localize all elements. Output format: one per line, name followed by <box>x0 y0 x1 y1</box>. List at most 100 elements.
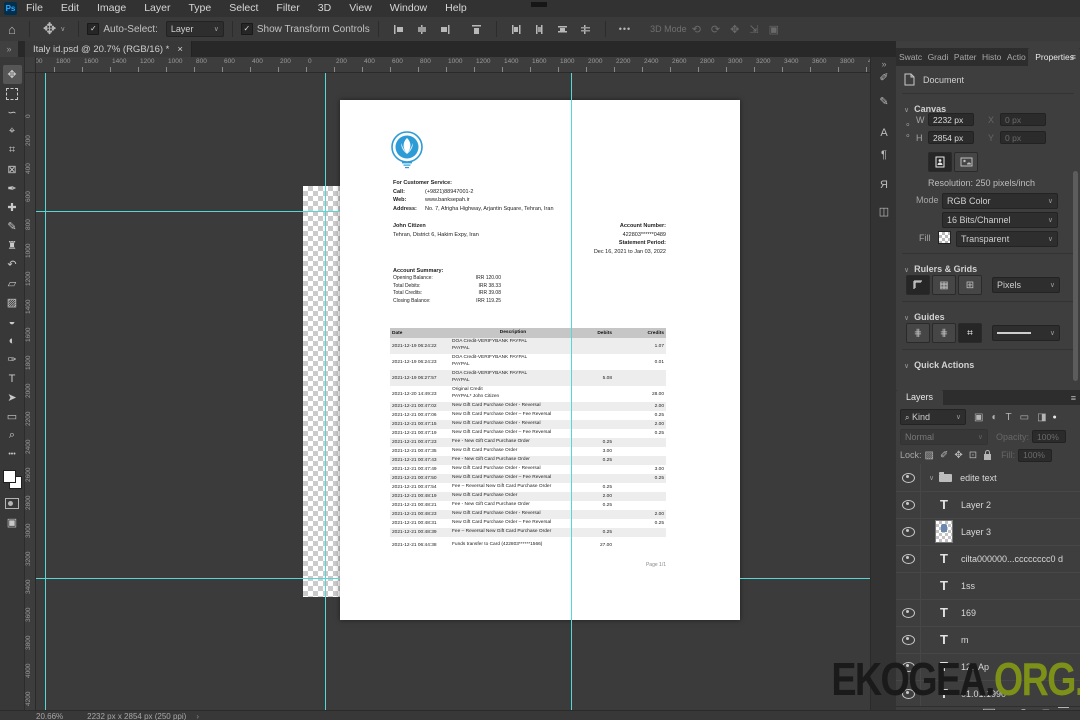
color-mode-dropdown[interactable]: RGB Color ∨ <box>942 193 1058 209</box>
character-panel-icon[interactable]: A <box>871 127 897 139</box>
history-brush-tool[interactable]: ↶ <box>3 255 22 274</box>
layer-row[interactable]: T Layer 2 <box>896 491 1080 519</box>
zoom-level[interactable]: 20.66% <box>36 712 63 720</box>
toggle-grid-button[interactable]: ▦ <box>932 275 956 295</box>
quick-mask-icon[interactable] <box>3 494 22 513</box>
type-tool[interactable]: T <box>3 369 22 388</box>
panel-menu-icon[interactable]: ≡ <box>1071 52 1076 62</box>
home-icon[interactable]: ⌂ <box>8 22 16 37</box>
tab-histo[interactable]: Histo <box>979 48 1004 66</box>
layer-visibility-cell[interactable] <box>896 518 921 545</box>
menu-3d[interactable]: 3D <box>309 0 340 17</box>
layer-row[interactable]: T 1ss <box>896 572 1080 600</box>
blend-mode-dropdown[interactable]: Normal ∨ <box>900 428 988 445</box>
layer-row[interactable]: Tm <box>896 626 1080 654</box>
menu-image[interactable]: Image <box>88 0 135 17</box>
menu-edit[interactable]: Edit <box>52 0 88 17</box>
table-row[interactable]: 2021-12-21 00:47:02 New Gift Card Purchas… <box>390 402 666 411</box>
filter-adjustment-icon[interactable]: ◐ <box>991 412 997 423</box>
table-row[interactable]: 2021-12-20 14:49:23 Original Credit PAYPA… <box>390 386 666 402</box>
table-row[interactable]: 2021-12-21 06:44:38 Funds transfer to Car… <box>390 537 666 553</box>
table-row[interactable]: 2021-12-21 00:48:19 New Gift Card Purchas… <box>390 492 666 501</box>
tab-layers[interactable]: Layers <box>896 390 944 405</box>
table-row[interactable]: 2021-12-19 06:24:22 DOA Credit-VERIFYBANK… <box>390 338 666 354</box>
menu-filter[interactable]: Filter <box>267 0 308 17</box>
layer-visibility-cell[interactable] <box>896 491 921 518</box>
table-row[interactable]: 2021-12-21 00:48:21 Fee - New Gift Card P… <box>390 501 666 510</box>
portrait-orientation-button[interactable] <box>928 152 952 172</box>
menu-view[interactable]: View <box>340 0 381 17</box>
table-row[interactable]: 2021-12-21 00:48:39 Fee – Reversal New Gi… <box>390 528 666 537</box>
table-row[interactable]: 2021-12-19 06:27:57 DOA Credit-VERIFYBANK… <box>390 370 666 386</box>
layer-row[interactable]: Layer 3 <box>896 518 1080 546</box>
table-row[interactable]: 2021-12-21 00:47:43 Fee - New Gift Card P… <box>390 456 666 465</box>
tab-overflow-icon[interactable]: » <box>0 41 18 57</box>
tab-patter[interactable]: Patter <box>951 48 979 66</box>
height-field[interactable]: 2854 px <box>928 131 974 144</box>
menu-file[interactable]: File <box>17 0 52 17</box>
shape-tool[interactable]: ▭ <box>3 407 22 426</box>
tab-gradi[interactable]: Gradi <box>925 48 951 66</box>
table-row[interactable]: 2021-12-21 00:48:23 New Gift Card Purchas… <box>390 510 666 519</box>
screen-mode-icon[interactable]: ▣ <box>3 513 22 532</box>
quick-actions-section-header[interactable]: ∨ Quick Actions <box>904 355 974 373</box>
collapse-panels-icon[interactable]: » <box>871 59 897 69</box>
link-dimensions-icon[interactable]: ∘ ∘ <box>905 119 911 141</box>
toggle-guides-button[interactable]: ⋕ <box>906 323 930 343</box>
blur-tool[interactable]: ◒ <box>3 312 22 331</box>
more-options-icon[interactable]: ••• <box>619 24 631 34</box>
foreground-color-swatch[interactable] <box>3 470 16 483</box>
lock-all-icon[interactable] <box>984 450 992 460</box>
align-right-icon[interactable] <box>438 23 451 36</box>
landscape-orientation-button[interactable] <box>954 152 978 172</box>
distribute-right-icon[interactable] <box>579 23 592 36</box>
table-row[interactable]: 2021-12-21 00:47:06 New Gift Card Purchas… <box>390 411 666 420</box>
document-tab[interactable]: Italy id.psd @ 20.7% (RGB/16) * × <box>25 41 192 57</box>
rectangular-marquee-tool[interactable] <box>3 84 22 103</box>
table-row[interactable]: 2021-12-21 00:47:15 New Gift Card Purchas… <box>390 420 666 429</box>
horizontal-ruler[interactable]: 2000180016001400120010008006004002000200… <box>25 57 870 73</box>
layer-filter-dropdown[interactable]: ⌕ Kind ∨ <box>900 409 966 425</box>
guide-vertical[interactable] <box>45 72 46 710</box>
bit-depth-dropdown[interactable]: 16 Bits/Channel ∨ <box>942 212 1058 228</box>
tab-actio[interactable]: Actio <box>1004 48 1028 66</box>
table-row[interactable]: 2021-12-21 00:48:31 New Gift Card Purchas… <box>390 519 666 528</box>
layer-visibility-cell[interactable] <box>896 545 921 572</box>
move-tool[interactable]: ✥ <box>2 65 22 84</box>
guide-horizontal[interactable] <box>35 578 340 579</box>
canvas-area[interactable]: For Customer Service: Call: (+9821)889470… <box>35 72 870 710</box>
properties-scrollbar[interactable] <box>1073 171 1078 381</box>
eraser-tool[interactable]: ▱ <box>3 274 22 293</box>
align-left-icon[interactable] <box>392 23 405 36</box>
align-top-icon[interactable] <box>470 23 483 36</box>
table-row[interactable]: 2021-12-21 00:47:54 Fee – Reversal New Gi… <box>390 483 666 492</box>
group-chevron-icon[interactable]: ∨ <box>929 474 934 482</box>
layer-visibility-cell[interactable] <box>896 626 921 653</box>
align-center-horizontal-icon[interactable] <box>415 23 428 36</box>
width-field[interactable]: 2232 px <box>928 113 974 126</box>
tab-swatc[interactable]: Swatc <box>896 48 925 66</box>
layer-row[interactable]: ∨ edite text <box>896 464 1080 492</box>
lasso-tool[interactable]: ∽ <box>3 103 22 122</box>
guide-vertical[interactable] <box>571 72 572 710</box>
layer-row[interactable]: Tcilta000000...cccccccc0 d <box>896 545 1080 573</box>
menu-layer[interactable]: Layer <box>135 0 179 17</box>
vertical-ruler[interactable]: 0 200 400 600 800 1000 1200 1400 1600 1800 2000 220… <box>25 72 36 710</box>
toggle-rulers-button[interactable] <box>906 275 930 295</box>
menu-help[interactable]: Help <box>436 0 476 17</box>
clone-stamp-tool[interactable]: ♜ <box>3 236 22 255</box>
tab-close-icon[interactable]: × <box>177 44 183 55</box>
guide-style-dropdown[interactable]: ∨ <box>992 325 1060 341</box>
lock-guides-button[interactable]: ⋕ <box>932 323 956 343</box>
frame-tool[interactable]: ⊠ <box>3 160 22 179</box>
distribute-left-icon[interactable] <box>510 23 523 36</box>
gradient-tool[interactable]: ▨ <box>3 293 22 312</box>
document-page[interactable]: For Customer Service: Call: (+9821)889470… <box>340 100 740 620</box>
menu-window[interactable]: Window <box>381 0 436 17</box>
libraries-panel-icon[interactable]: ◫ <box>871 205 897 218</box>
auto-select-checkbox[interactable]: ✓ Auto-Select: <box>87 23 158 35</box>
table-row[interactable]: 2021-12-19 06:24:23 DOA Credit-VERIFYBANK… <box>390 354 666 370</box>
dodge-tool[interactable]: ◐ <box>3 331 22 350</box>
filter-pixel-icon[interactable]: ▣ <box>974 412 983 423</box>
layer-visibility-cell[interactable] <box>896 572 921 599</box>
